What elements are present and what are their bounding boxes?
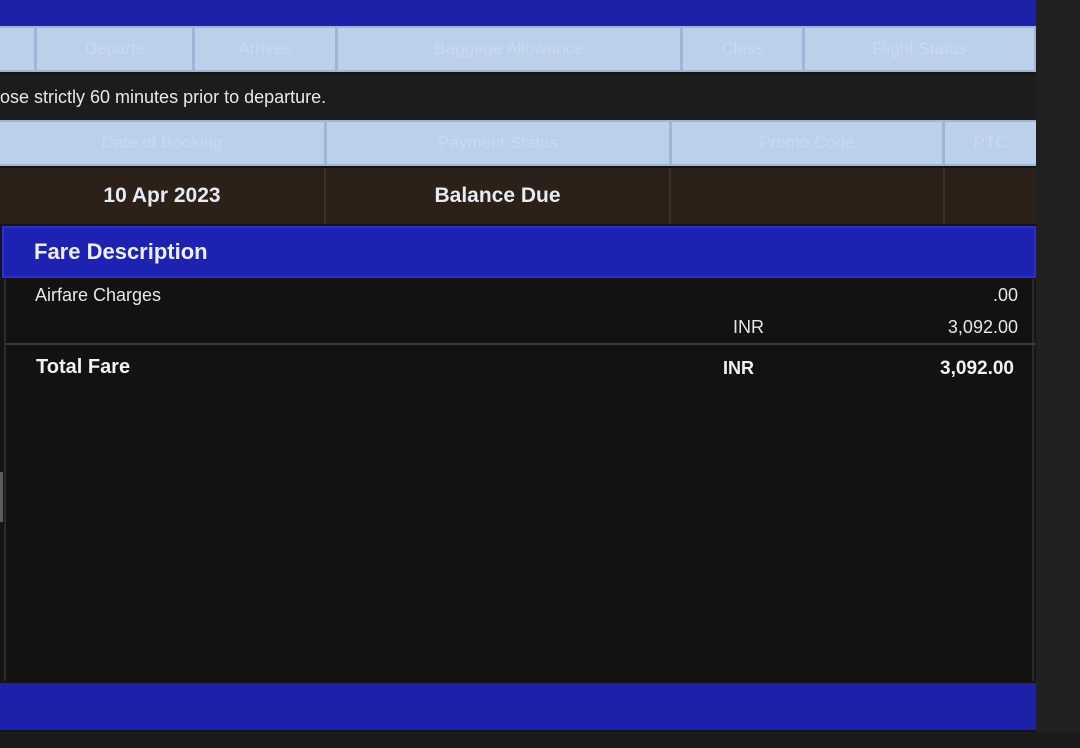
left-edge-marker <box>0 472 3 522</box>
airfare-charges-label: Airfare Charges <box>35 285 162 305</box>
airfare-charges-box: Airfare Charges .00 INR 3,092.00 <box>6 279 1036 345</box>
fare-description-header: Fare Description <box>2 226 1036 278</box>
total-fare-label: Total Fare <box>36 356 131 378</box>
airfare-charges-amount: .00 <box>992 285 1018 305</box>
booking-row: 10 Apr 2023 Balance Due <box>0 168 1036 224</box>
top-bar <box>0 0 1036 26</box>
right-gutter <box>1036 0 1080 748</box>
check-in-notice: ose strictly 60 minutes prior to departu… <box>0 74 1036 120</box>
fare-description-body: Airfare Charges .00 INR 3,092.00 Total F… <box>4 279 1036 681</box>
header-baggage-allowance: Baggage Allowance <box>338 28 680 70</box>
header-promo-code: Promo Code <box>672 122 942 164</box>
airfare-currency: INR <box>733 317 764 337</box>
booking-table-header: Date of Booking Payment Status Promo Cod… <box>0 120 1036 166</box>
promo-code-value <box>671 168 945 224</box>
payment-status-value: Balance Due <box>326 168 671 224</box>
bottom-bar <box>0 683 1036 730</box>
header-payment-status: Payment Status <box>327 122 669 164</box>
bottom-strip <box>0 732 1080 748</box>
total-fare-amount: 3,092.00 <box>940 358 1014 379</box>
header-date-of-booking: Date of Booking <box>0 122 324 164</box>
booking-page: Departs Arrives Baggage Allowance Class … <box>0 0 1036 748</box>
header-flight-status: Flight Status <box>805 28 1034 70</box>
flight-table-header: Departs Arrives Baggage Allowance Class … <box>0 26 1036 72</box>
header-ptc: PTC <box>945 122 1036 164</box>
ptc-value <box>945 168 1036 224</box>
airfare-subtotal: 3,092.00 <box>947 317 1018 337</box>
header-class: Class <box>683 28 802 70</box>
total-fare-currency: INR <box>723 358 754 378</box>
header-arrives: Arrives <box>195 28 335 70</box>
header-cell-cut <box>0 28 34 70</box>
header-departs: Departs <box>37 28 192 70</box>
date-of-booking-value: 10 Apr 2023 <box>0 168 326 224</box>
